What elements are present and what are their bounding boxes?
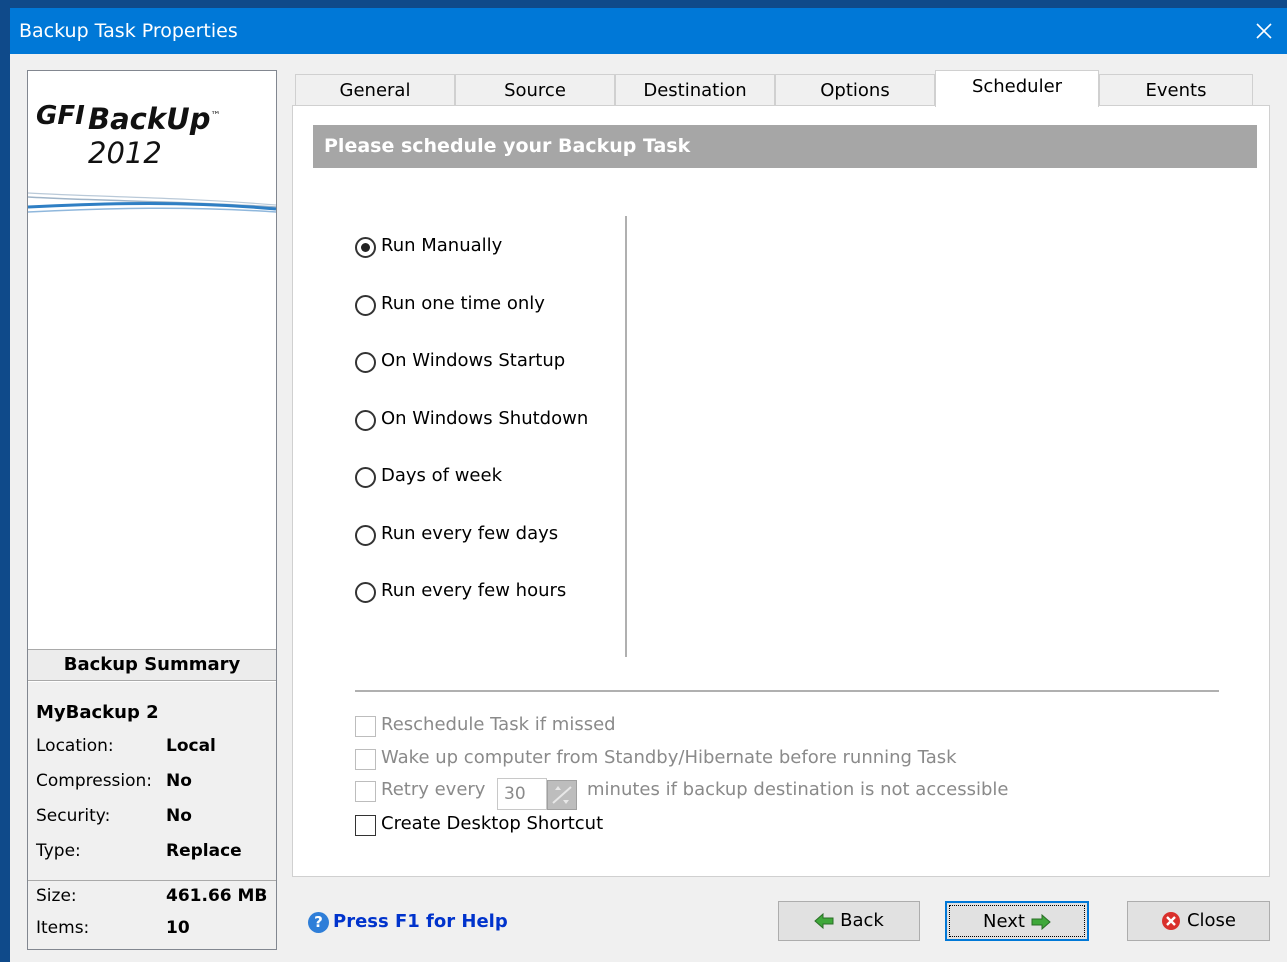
- summary-row-type: Type: Replace: [36, 841, 242, 861]
- scheduler-panel: Please schedule your Backup Task Run Man…: [292, 105, 1270, 877]
- logo-swoosh-graphic: [28, 192, 276, 213]
- radio-run-manually[interactable]: Run Manually: [355, 234, 615, 264]
- desktop-shortcut-label: Create Desktop Shortcut: [381, 813, 604, 834]
- retry-spinner-button[interactable]: [547, 780, 577, 810]
- next-button[interactable]: Next: [945, 901, 1089, 941]
- tab-scheduler[interactable]: Scheduler: [935, 70, 1099, 107]
- close-button[interactable]: Close: [1127, 901, 1270, 941]
- radio-days-of-week[interactable]: Days of week: [355, 464, 615, 494]
- summary-divider: [28, 880, 276, 881]
- back-button[interactable]: Back: [778, 901, 920, 941]
- radio-run-one-time[interactable]: Run one time only: [355, 292, 615, 322]
- radio-windows-shutdown[interactable]: On Windows Shutdown: [355, 407, 615, 437]
- retry-row[interactable]: Retry every 30 minutes if backup destina…: [355, 778, 1055, 812]
- wakeup-label: Wake up computer from Standby/Hibernate …: [381, 747, 957, 768]
- radio-indicator[interactable]: [355, 525, 376, 546]
- radio-indicator[interactable]: [355, 582, 376, 603]
- retry-minutes-input[interactable]: 30: [497, 778, 547, 810]
- summary-row-size: Size: 461.66 MB: [36, 886, 268, 906]
- next-arrow-icon: [1031, 914, 1051, 930]
- retry-suffix-label: minutes if backup destination is not acc…: [587, 779, 1009, 800]
- spinner-arrows-icon: [552, 786, 572, 804]
- close-icon: [1256, 23, 1272, 39]
- summary-row-compression: Compression: No: [36, 771, 192, 791]
- radio-every-few-hours[interactable]: Run every few hours: [355, 579, 615, 609]
- tab-general[interactable]: General: [295, 74, 455, 106]
- tab-destination[interactable]: Destination: [615, 74, 775, 106]
- reschedule-checkbox[interactable]: [355, 716, 376, 737]
- tab-source[interactable]: Source: [455, 74, 615, 106]
- horizontal-divider: [355, 690, 1219, 692]
- radio-indicator[interactable]: [355, 467, 376, 488]
- summary-row-items: Items: 10: [36, 918, 190, 938]
- back-arrow-icon: [814, 913, 834, 929]
- reschedule-label: Reschedule Task if missed: [381, 714, 616, 735]
- radio-selected-indicator[interactable]: [355, 237, 376, 258]
- product-logo: GFI BackUp™ 2012: [28, 71, 276, 648]
- radio-indicator[interactable]: [355, 410, 376, 431]
- close-circle-icon: [1161, 912, 1180, 930]
- left-panel: GFI BackUp™ 2012 Backup Summary MyBackup…: [27, 70, 277, 950]
- summary-row-location: Location: Local: [36, 736, 216, 756]
- backup-task-properties-window: Backup Task Properties GFI BackUp™ 2012 …: [10, 8, 1287, 962]
- radio-label: On Windows Shutdown: [381, 408, 589, 429]
- radio-label: Run every few hours: [381, 580, 567, 601]
- backup-name: MyBackup 2: [36, 702, 159, 723]
- radio-indicator[interactable]: [355, 295, 376, 316]
- radio-label: Run Manually: [381, 235, 503, 256]
- help-icon: ?: [308, 912, 329, 933]
- radio-indicator[interactable]: [355, 352, 376, 373]
- title-bar[interactable]: Backup Task Properties: [10, 8, 1287, 54]
- logo-brand: GFI: [36, 101, 85, 131]
- tab-strip: General Source Destination Options Sched…: [295, 70, 1255, 107]
- radio-label: Days of week: [381, 465, 503, 486]
- radio-label: Run one time only: [381, 293, 545, 314]
- desktop-shortcut-checkbox[interactable]: [355, 815, 376, 836]
- radio-label: Run every few days: [381, 523, 559, 544]
- wakeup-checkbox[interactable]: [355, 749, 376, 770]
- retry-checkbox[interactable]: [355, 781, 376, 802]
- help-link-label[interactable]: Press F1 for Help: [333, 911, 508, 932]
- vertical-divider: [625, 216, 627, 657]
- radio-label: On Windows Startup: [381, 350, 566, 371]
- window-title: Backup Task Properties: [19, 20, 238, 42]
- logo-product: BackUp™ 2012: [88, 102, 221, 170]
- window-close-button[interactable]: [1241, 8, 1287, 54]
- radio-every-few-days[interactable]: Run every few days: [355, 522, 615, 552]
- radio-windows-startup[interactable]: On Windows Startup: [355, 349, 615, 379]
- backup-summary: MyBackup 2 Location: Local Compression: No…: [28, 682, 276, 949]
- summary-row-security: Security: No: [36, 806, 192, 826]
- backup-summary-header: Backup Summary: [28, 649, 276, 681]
- section-header: Please schedule your Backup Task: [313, 125, 1257, 168]
- retry-prefix-label: Retry every: [381, 779, 486, 800]
- tab-options[interactable]: Options: [775, 74, 935, 106]
- tab-events[interactable]: Events: [1099, 74, 1253, 106]
